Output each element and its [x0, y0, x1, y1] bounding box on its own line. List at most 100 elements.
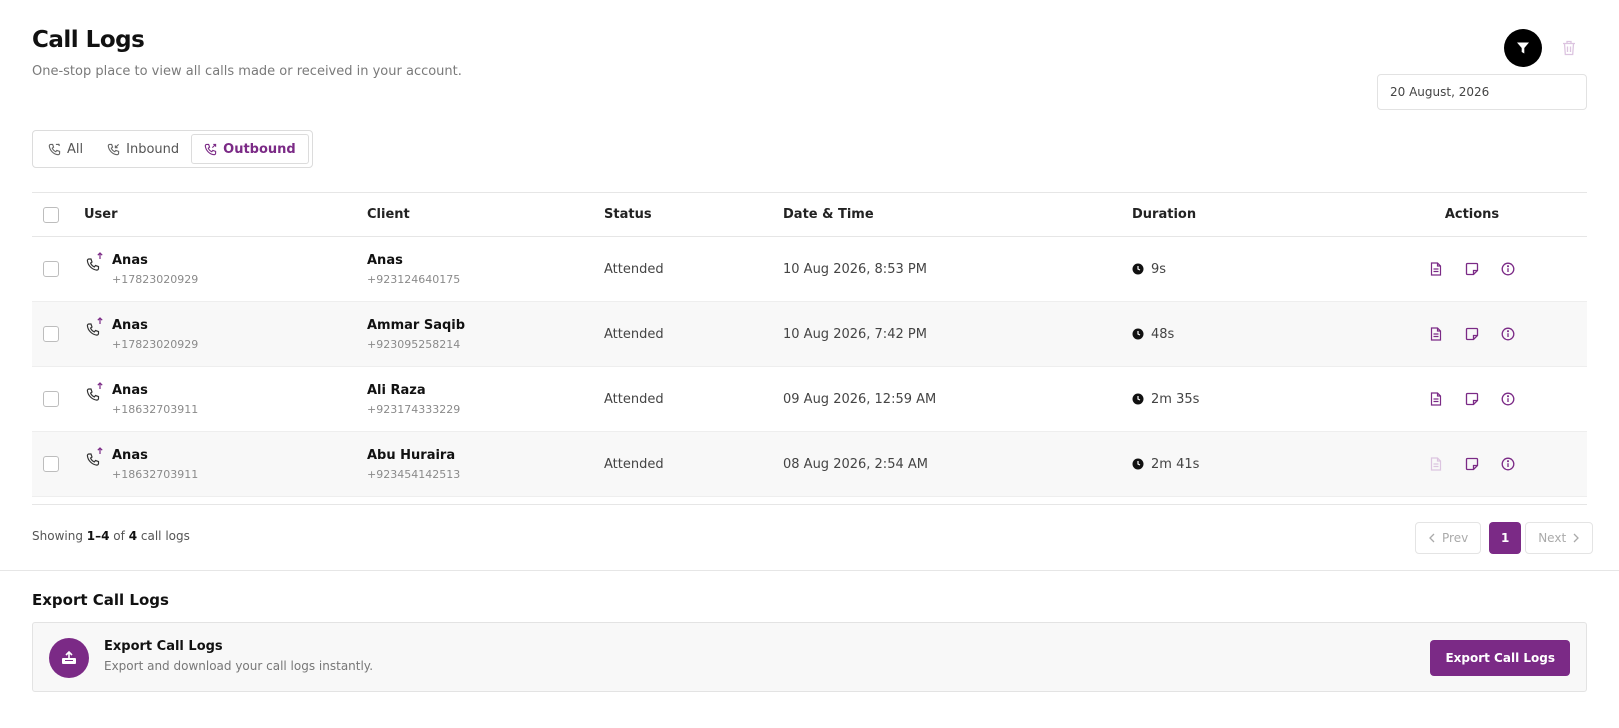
row-checkbox[interactable]	[43, 326, 59, 342]
column-status: Status	[604, 207, 652, 222]
table-row: Anas +18632703911 Abu Huraira +923454142…	[32, 432, 1587, 497]
user-name: Anas	[112, 447, 148, 463]
section-divider	[0, 570, 1619, 571]
showing-prefix: Showing	[32, 529, 83, 543]
column-date-time: Date & Time	[783, 207, 874, 222]
column-actions: Actions	[1444, 207, 1500, 222]
outbound-call-icon	[86, 316, 103, 336]
table-bottom-border	[32, 504, 1587, 505]
column-client: Client	[367, 207, 410, 222]
table-row: Anas +17823020929 Ammar Saqib +923095258…	[32, 302, 1587, 367]
export-card: Export Call Logs Export and download you…	[32, 622, 1587, 692]
clock-icon	[1132, 393, 1144, 405]
user-phone: +17823020929	[112, 337, 199, 351]
transcript-icon[interactable]	[1428, 261, 1444, 277]
export-card-description: Export and download your call logs insta…	[104, 659, 374, 673]
filter-button[interactable]	[1504, 29, 1542, 67]
outbound-call-icon	[86, 251, 103, 271]
call-date-time: 08 Aug 2026, 2:54 AM	[783, 456, 928, 472]
transcript-icon[interactable]	[1428, 391, 1444, 407]
info-icon[interactable]	[1500, 391, 1516, 407]
pagination: Prev 1 Next	[1415, 522, 1594, 554]
note-icon[interactable]	[1464, 326, 1480, 342]
user-phone: +18632703911	[112, 402, 199, 416]
row-checkbox[interactable]	[43, 456, 59, 472]
showing-total: 4	[128, 529, 138, 543]
column-user: User	[84, 207, 118, 222]
export-card-title: Export Call Logs	[104, 639, 223, 654]
client-name: Ammar Saqib	[367, 317, 466, 333]
column-duration: Duration	[1132, 207, 1197, 222]
call-duration: 2m 41s	[1151, 456, 1200, 472]
user-phone: +17823020929	[112, 272, 199, 286]
page-subtitle: One-stop place to view all calls made or…	[32, 64, 462, 79]
call-status: Attended	[604, 261, 664, 277]
showing-range: 1–4	[86, 529, 110, 543]
info-icon[interactable]	[1500, 261, 1516, 277]
call-logs-table: User Client Status Date & Time Duration …	[32, 192, 1587, 497]
filter-icon	[1517, 42, 1529, 54]
export-call-logs-button[interactable]: Export Call Logs	[1430, 640, 1570, 676]
select-all-checkbox[interactable]	[43, 206, 59, 223]
phone-icon	[48, 143, 61, 155]
outbound-call-icon	[204, 143, 217, 155]
tab-outbound-label: Outbound	[223, 141, 296, 157]
export-icon-badge	[49, 638, 89, 678]
transcript-icon[interactable]	[1428, 456, 1444, 472]
row-checkbox[interactable]	[43, 391, 59, 407]
info-icon[interactable]	[1500, 456, 1516, 472]
table-row: Anas +17823020929 Anas +923124640175 Att…	[32, 237, 1587, 302]
clock-icon	[1132, 328, 1144, 340]
upload-tray-icon	[62, 651, 76, 664]
user-phone: +18632703911	[112, 467, 199, 481]
next-label: Next	[1538, 531, 1567, 545]
client-phone: +923095258214	[367, 337, 461, 351]
call-status: Attended	[604, 391, 664, 407]
page-1-button[interactable]: 1	[1489, 522, 1522, 554]
client-name: Abu Huraira	[367, 447, 456, 463]
trash-icon	[1563, 40, 1575, 56]
call-duration: 9s	[1151, 261, 1167, 277]
outbound-call-icon	[86, 381, 103, 401]
export-section-heading: Export Call Logs	[32, 591, 169, 609]
inbound-call-icon	[107, 143, 120, 155]
transcript-icon[interactable]	[1428, 326, 1444, 342]
clock-icon	[1132, 263, 1144, 275]
showing-of: of	[113, 529, 125, 543]
info-icon[interactable]	[1500, 326, 1516, 342]
chevron-right-icon	[1573, 533, 1580, 543]
tab-all[interactable]: All	[36, 134, 95, 164]
row-checkbox[interactable]	[43, 261, 59, 277]
note-icon[interactable]	[1464, 391, 1480, 407]
call-date-time: 09 Aug 2026, 12:59 AM	[783, 391, 937, 407]
clock-icon	[1132, 458, 1144, 470]
tab-inbound[interactable]: Inbound	[95, 134, 191, 164]
outbound-call-icon	[86, 446, 103, 466]
tab-inbound-label: Inbound	[126, 141, 180, 157]
call-date-time: 10 Aug 2026, 7:42 PM	[783, 326, 927, 342]
date-picker-input[interactable]	[1377, 74, 1587, 110]
note-icon[interactable]	[1464, 456, 1480, 472]
showing-suffix: call logs	[140, 529, 190, 543]
user-name: Anas	[112, 317, 148, 333]
prev-page-button[interactable]: Prev	[1415, 522, 1482, 554]
call-direction-tabs: All Inbound Outbound	[32, 130, 313, 168]
client-phone: +923454142513	[367, 467, 461, 481]
next-page-button[interactable]: Next	[1525, 522, 1594, 554]
call-duration: 48s	[1151, 326, 1175, 342]
call-duration: 2m 35s	[1151, 391, 1200, 407]
note-icon[interactable]	[1464, 261, 1480, 277]
call-status: Attended	[604, 326, 664, 342]
chevron-left-icon	[1429, 533, 1435, 543]
table-row: Anas +18632703911 Ali Raza +923174333229…	[32, 367, 1587, 432]
call-date-time: 10 Aug 2026, 8:53 PM	[783, 261, 927, 277]
delete-button[interactable]	[1560, 38, 1578, 58]
pagination-summary: Showing 1–4 of 4 call logs	[32, 529, 190, 543]
client-name: Anas	[367, 252, 403, 268]
user-name: Anas	[112, 252, 148, 268]
table-header: User Client Status Date & Time Duration …	[32, 193, 1587, 237]
prev-label: Prev	[1442, 531, 1469, 545]
tab-outbound[interactable]: Outbound	[191, 134, 309, 164]
client-phone: +923124640175	[367, 272, 461, 286]
client-name: Ali Raza	[367, 382, 426, 398]
